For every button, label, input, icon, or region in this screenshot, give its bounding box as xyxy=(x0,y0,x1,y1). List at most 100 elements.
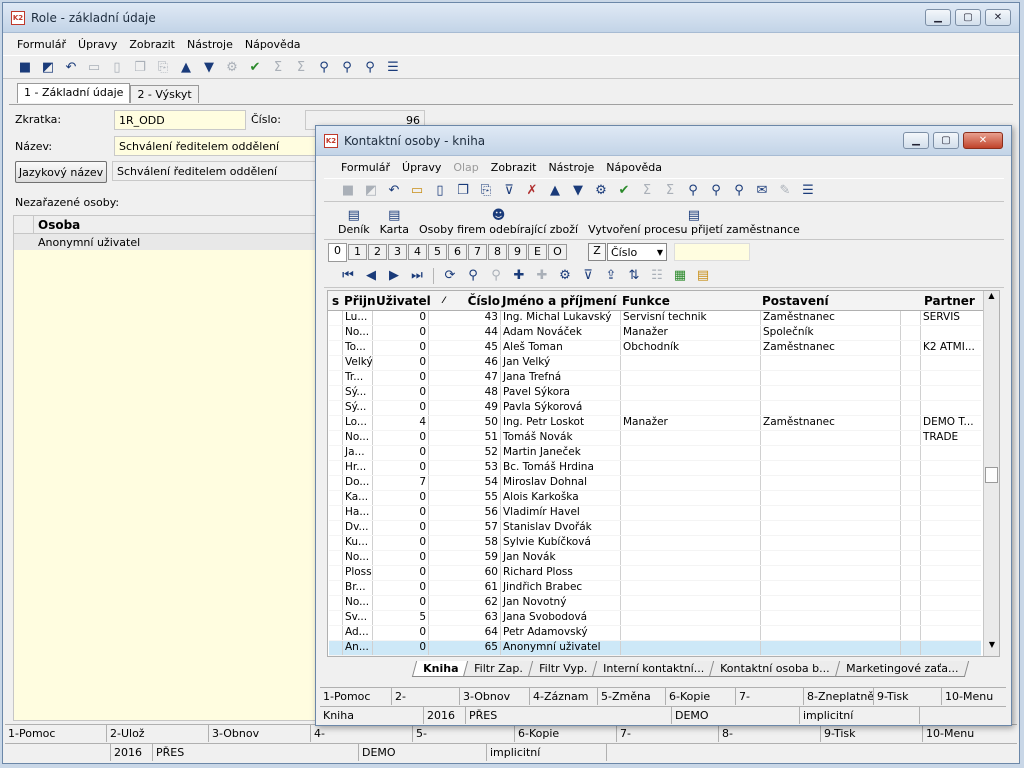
fkey-3[interactable]: 3-Obnov xyxy=(209,725,311,742)
nazev-field[interactable]: Schválení ředitelem oddělení xyxy=(114,136,317,156)
col-prijmeni[interactable]: Přijn xyxy=(344,294,376,308)
add-record-icon[interactable]: ✚ xyxy=(509,266,529,286)
find-replace-icon[interactable]: ⚲ xyxy=(729,180,749,200)
col-postaveni[interactable]: Postavení xyxy=(762,294,924,308)
index-tab-3[interactable]: 3 xyxy=(388,244,407,260)
minimize-button[interactable]: ▁ xyxy=(925,9,951,26)
delete-doc-icon[interactable]: ✗ xyxy=(522,180,542,200)
copy-icon[interactable]: ❐ xyxy=(453,180,473,200)
tab-kontaktni-osoba[interactable]: Kontaktní osoba b... xyxy=(709,661,842,677)
index-tab-6[interactable]: 6 xyxy=(448,244,467,260)
maximize-button[interactable]: ▢ xyxy=(955,9,981,26)
menu-formular[interactable]: Formulář xyxy=(341,161,390,174)
tools-icon[interactable]: ⚙ xyxy=(222,57,242,77)
binoculars-icon[interactable]: ⚲ xyxy=(683,180,703,200)
new-doc-icon[interactable]: ▯ xyxy=(430,180,450,200)
table-row[interactable]: Sv... 5 63 Jana Svobodová xyxy=(329,611,981,626)
sort-field-select[interactable]: Číslo ▼ xyxy=(607,243,667,261)
sum-icon[interactable]: Σ xyxy=(268,57,288,77)
close-button[interactable]: ✕ xyxy=(985,9,1011,26)
search-field[interactable] xyxy=(674,243,750,261)
find-next-icon[interactable]: ⚲ xyxy=(337,57,357,77)
table-row[interactable]: Ja... 0 52 Martin Janeček xyxy=(329,446,981,461)
last-record-icon[interactable]: ⏭ xyxy=(407,266,427,286)
kontaktni-titlebar[interactable]: K2 Kontaktní osoby - kniha ▁ ▢ ✕ xyxy=(316,126,1011,156)
col-s[interactable]: s xyxy=(328,294,344,308)
index-tab-1[interactable]: 1 xyxy=(348,244,367,260)
index-tab-2[interactable]: 2 xyxy=(368,244,387,260)
role-titlebar[interactable]: K2 Role - základní údaje ▁ ▢ ✕ xyxy=(3,3,1019,33)
menu-olap[interactable]: Olap xyxy=(453,161,478,174)
fkey-7[interactable]: 7- xyxy=(617,725,719,742)
fkey-2[interactable]: 2-Ulož xyxy=(107,725,209,742)
undo-icon[interactable]: ↶ xyxy=(384,180,404,200)
index-tab-0[interactable]: 0 xyxy=(328,242,347,262)
table-row[interactable]: Dv... 0 57 Stanislav Dvořák xyxy=(329,521,981,536)
undo-icon[interactable]: ↶ xyxy=(61,57,81,77)
index-tab-7[interactable]: 7 xyxy=(468,244,487,260)
menu-napoveda[interactable]: Nápověda xyxy=(245,38,301,51)
open-folder-icon[interactable]: ▭ xyxy=(84,57,104,77)
index-tab-o[interactable]: O xyxy=(548,244,567,260)
jazykovy-nazev-button[interactable]: Jazykový název xyxy=(15,161,107,183)
menu-lines-icon[interactable]: ☰ xyxy=(383,57,403,77)
table-row[interactable]: Hr... 0 53 Bc. Tomáš Hrdina xyxy=(329,461,981,476)
filter-check-icon[interactable]: ✔ xyxy=(614,180,634,200)
index-tab-5[interactable]: 5 xyxy=(428,244,447,260)
menu-nastroje[interactable]: Nástroje xyxy=(187,38,233,51)
filter-icon[interactable]: ⊽ xyxy=(499,180,519,200)
tab-interni[interactable]: Interní kontaktní... xyxy=(592,661,716,677)
table-row[interactable]: Ku... 0 58 Sylvie Kubíčková xyxy=(329,536,981,551)
table-row[interactable]: Br... 0 61 Jindřich Brabec xyxy=(329,581,981,596)
col-cislo[interactable]: Číslo xyxy=(456,294,502,308)
fkey-6[interactable]: 6-Kopie xyxy=(515,725,617,742)
book-icon[interactable]: ⎘ xyxy=(153,57,173,77)
sum-filter-icon[interactable]: Σ xyxy=(291,57,311,77)
first-record-icon[interactable]: ⏮ xyxy=(338,266,358,286)
table-row[interactable]: Ka... 0 55 Alois Karkoška xyxy=(329,491,981,506)
col-partner[interactable]: Partner xyxy=(924,294,982,308)
find-next-icon[interactable]: ⚲ xyxy=(706,180,726,200)
fkey-1[interactable]: 1-Pomoc xyxy=(320,688,392,705)
fkey-6[interactable]: 6-Kopie xyxy=(666,688,736,705)
remove-record-icon[interactable]: ✚ xyxy=(532,266,552,286)
index-tab-8[interactable]: 8 xyxy=(488,244,507,260)
col-funkce[interactable]: Funkce xyxy=(622,294,762,308)
select-icon[interactable]: ⚲ xyxy=(486,266,506,286)
fkey-10[interactable]: 10-Menu xyxy=(942,688,1006,705)
zkratka-field[interactable]: 1R_ODD xyxy=(114,110,246,130)
copy-icon[interactable]: ❐ xyxy=(130,57,150,77)
scroll-up-icon[interactable]: ▲ xyxy=(984,291,999,307)
col-uzivatel[interactable]: Uživatel xyxy=(376,294,432,308)
table-row[interactable]: Sý... 0 48 Pavel Sýkora xyxy=(329,386,981,401)
fkey-8[interactable]: 8-Zneplatnění xyxy=(804,688,874,705)
index-tab-e[interactable]: E xyxy=(528,244,547,260)
list-header[interactable]: Osoba xyxy=(14,216,316,234)
menu-formular[interactable]: Formulář xyxy=(17,38,66,51)
menu-upravy[interactable]: Úpravy xyxy=(78,38,117,51)
save-close-icon[interactable]: ◩ xyxy=(38,57,58,77)
fkey-7[interactable]: 7- xyxy=(736,688,804,705)
filter-icon[interactable]: ⊽ xyxy=(578,266,598,286)
save-icon[interactable]: ■ xyxy=(338,180,358,200)
arrow-up-icon[interactable]: ▲ xyxy=(545,180,565,200)
export-icon[interactable]: ⇪ xyxy=(601,266,621,286)
index-tab-9[interactable]: 9 xyxy=(508,244,527,260)
book-icon[interactable]: ⎘ xyxy=(476,180,496,200)
osoby-firem-button[interactable]: ☻ Osoby firem odebírající zboží xyxy=(419,208,578,236)
fkey-10[interactable]: 10-Menu xyxy=(923,725,1017,742)
report-icon[interactable]: ▤ xyxy=(693,266,713,286)
table-row[interactable]: No... 0 44 Adam Nováček Manažer Společník xyxy=(329,326,981,341)
fkey-4[interactable]: 4-Záznam xyxy=(530,688,598,705)
table-row[interactable]: No... 0 59 Jan Novák xyxy=(329,551,981,566)
excel-icon[interactable]: ▦ xyxy=(670,266,690,286)
table-row[interactable]: Tr... 0 47 Jana Trefná xyxy=(329,371,981,386)
arrow-down-icon[interactable]: ▼ xyxy=(199,57,219,77)
fkey-9[interactable]: 9-Tisk xyxy=(821,725,923,742)
sort-key-button[interactable]: Z xyxy=(588,243,606,261)
table-row[interactable]: Ploss 0 60 Richard Ploss xyxy=(329,566,981,581)
tab-kniha[interactable]: Kniha xyxy=(411,661,470,677)
sort-icon[interactable]: ⇅ xyxy=(624,266,644,286)
table-row[interactable]: To... 0 45 Aleš Toman Obchodník Zaměstnanec K2… xyxy=(329,341,981,356)
fkey-3[interactable]: 3-Obnov xyxy=(460,688,530,705)
